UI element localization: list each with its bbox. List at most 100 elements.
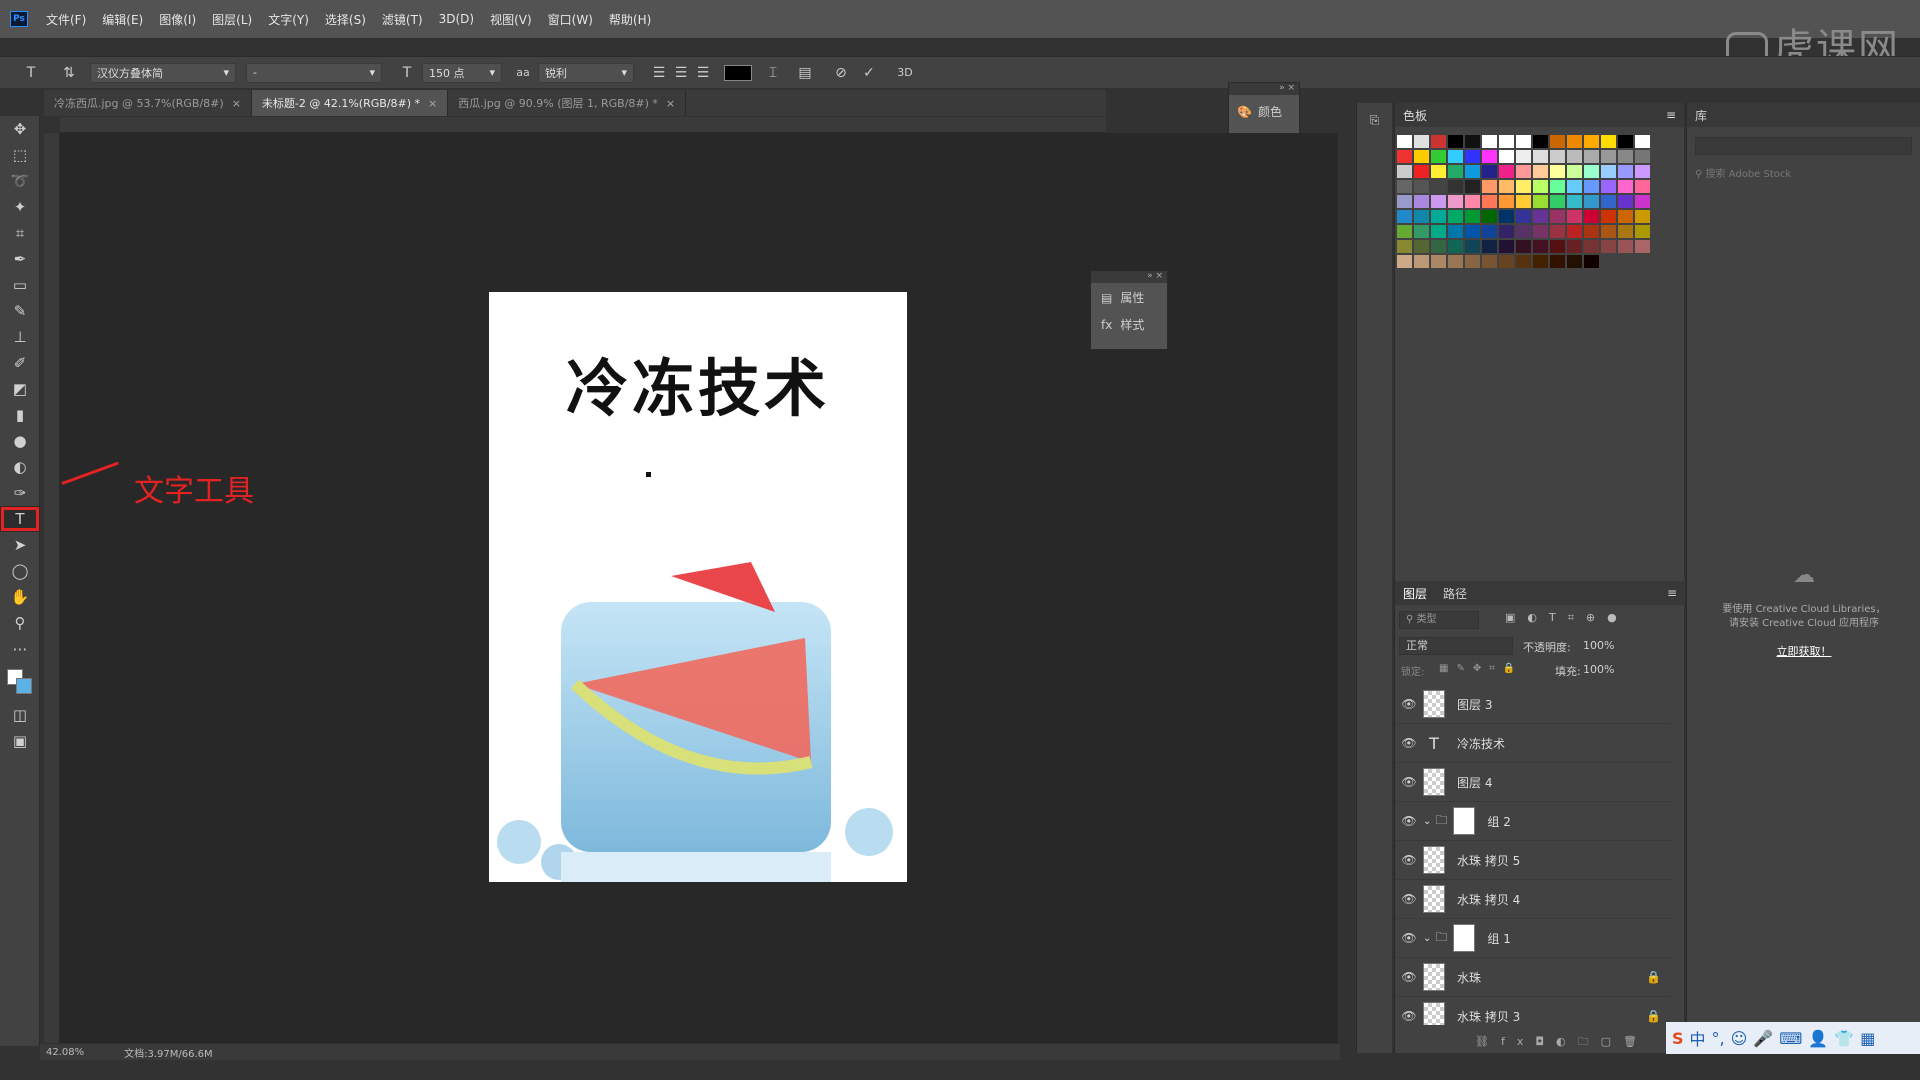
antialias-select[interactable]: 锐利 ▾ xyxy=(538,62,634,83)
color-swatch[interactable] xyxy=(1414,210,1429,223)
menu-type[interactable]: 文字(Y) xyxy=(260,11,317,28)
color-swatch[interactable] xyxy=(1567,240,1582,253)
stamp-tool-icon[interactable]: ⊥ xyxy=(0,324,40,350)
libraries-title[interactable]: 库 xyxy=(1695,107,1707,124)
font-family-select[interactable]: 汉仪方叠体简 ▾ xyxy=(90,62,236,83)
color-swatch[interactable] xyxy=(1499,240,1514,253)
color-swatch[interactable] xyxy=(1550,210,1565,223)
panel-collapse-bar[interactable]: » × xyxy=(1229,83,1299,95)
color-swatch[interactable] xyxy=(1397,165,1412,178)
color-swatch[interactable] xyxy=(1431,210,1446,223)
zoom-tool-icon[interactable]: ⚲ xyxy=(0,610,40,636)
eye-icon[interactable]: 👁 xyxy=(1395,853,1423,867)
align-left-icon[interactable]: ☰ xyxy=(648,62,670,84)
color-swatch[interactable] xyxy=(1635,225,1650,238)
color-swatch[interactable] xyxy=(1465,240,1480,253)
layer-actions-bar[interactable]: ⛓fx◘◐🗀▢🗑 xyxy=(1475,1033,1649,1052)
color-swatch[interactable] xyxy=(1516,240,1531,253)
color-swatch[interactable] xyxy=(1431,165,1446,178)
color-swatch[interactable] xyxy=(1567,255,1582,268)
tab-document-3[interactable]: 西瓜.jpg @ 90.9% (图层 1, RGB/8#) * × xyxy=(448,90,687,116)
chevron-down-icon[interactable]: ⌄ xyxy=(1423,933,1431,944)
magic-wand-tool-icon[interactable]: ✦ xyxy=(0,194,40,220)
warp-text-icon[interactable]: ⌶ xyxy=(762,62,784,84)
color-swatch[interactable] xyxy=(1482,180,1497,193)
menu-file[interactable]: 文件(F) xyxy=(38,11,94,28)
color-swatch[interactable] xyxy=(1465,150,1480,163)
type-tool-icon[interactable]: T xyxy=(20,62,42,84)
layer-row[interactable]: 👁 水珠 拷贝 3 🔒 xyxy=(1395,997,1671,1025)
menu-filter[interactable]: 滤镜(T) xyxy=(374,11,431,28)
color-swatch[interactable] xyxy=(1482,240,1497,253)
layer-filter-icons[interactable]: ▣◐T⌗⊕● xyxy=(1505,611,1629,625)
color-swatch[interactable] xyxy=(1618,210,1633,223)
color-swatch[interactable] xyxy=(1567,180,1582,193)
menu-view[interactable]: 视图(V) xyxy=(482,11,540,28)
color-swatch[interactable] xyxy=(1499,210,1514,223)
tab-layers[interactable]: 图层 xyxy=(1403,585,1427,602)
more-tools-icon[interactable]: ⋯ xyxy=(0,636,40,662)
eye-icon[interactable]: 👁 xyxy=(1395,736,1423,750)
color-swatch[interactable] xyxy=(1465,255,1480,268)
eye-icon[interactable]: 👁 xyxy=(1395,775,1423,789)
color-swatch[interactable] xyxy=(1499,195,1514,208)
color-swatch[interactable] xyxy=(1635,165,1650,178)
color-swatch[interactable] xyxy=(1584,210,1599,223)
color-swatch[interactable] xyxy=(1465,225,1480,238)
document-canvas[interactable]: 冷冻技术 xyxy=(489,292,907,882)
history-brush-tool-icon[interactable]: ✐ xyxy=(0,350,40,376)
color-swatch[interactable] xyxy=(1431,180,1446,193)
color-swatch[interactable] xyxy=(1601,240,1616,253)
color-swatch[interactable] xyxy=(1499,135,1514,148)
color-swatch[interactable] xyxy=(1516,150,1531,163)
color-swatch[interactable] xyxy=(1499,255,1514,268)
menu-image[interactable]: 图像(I) xyxy=(151,11,204,28)
color-swatch[interactable] xyxy=(1516,165,1531,178)
color-swatch[interactable] xyxy=(1635,150,1650,163)
swatches-title[interactable]: 色板 xyxy=(1403,107,1427,124)
color-swatch[interactable] xyxy=(1482,195,1497,208)
zoom-level[interactable]: 42.08% xyxy=(46,1047,84,1058)
color-swatch[interactable] xyxy=(1618,165,1633,178)
color-swatch[interactable] xyxy=(1550,195,1565,208)
font-size-select[interactable]: 150 点 ▾ xyxy=(422,62,502,83)
align-center-icon[interactable]: ☰ xyxy=(670,62,692,84)
color-swatch[interactable] xyxy=(1465,195,1480,208)
close-icon[interactable]: × xyxy=(232,97,241,110)
color-swatch[interactable] xyxy=(1516,195,1531,208)
color-swatch[interactable] xyxy=(1584,255,1599,268)
color-swatches-icon[interactable] xyxy=(0,662,40,702)
frame-tool-icon[interactable]: ▭ xyxy=(0,272,40,298)
3d-button[interactable]: 3D xyxy=(894,62,916,84)
color-swatch[interactable] xyxy=(1550,135,1565,148)
color-swatch[interactable] xyxy=(1431,135,1446,148)
user-icon[interactable]: 👤 xyxy=(1808,1029,1828,1048)
color-swatch[interactable] xyxy=(1414,180,1429,193)
color-swatch[interactable] xyxy=(1414,255,1429,268)
color-swatch[interactable] xyxy=(1533,240,1548,253)
panel-collapse-bar[interactable]: » × xyxy=(1091,271,1167,283)
color-swatch[interactable] xyxy=(1635,135,1650,148)
color-swatch[interactable] xyxy=(1397,240,1412,253)
color-swatch[interactable] xyxy=(1635,195,1650,208)
color-swatch[interactable] xyxy=(1465,165,1480,178)
layer-row[interactable]: 👁 图层 3 xyxy=(1395,685,1671,724)
color-swatch[interactable] xyxy=(1465,135,1480,148)
menu-layer[interactable]: 图层(L) xyxy=(204,11,260,28)
color-swatch[interactable] xyxy=(1516,210,1531,223)
character-panel-icon[interactable]: ▤ xyxy=(794,62,816,84)
ellipse-tool-icon[interactable]: ◯ xyxy=(0,558,40,584)
screen-mode-icon[interactable]: ▣ xyxy=(0,728,40,754)
keyboard-icon[interactable]: ⌨ xyxy=(1779,1029,1802,1048)
color-swatch[interactable] xyxy=(1601,165,1616,178)
panel-menu-icon[interactable]: ≡ xyxy=(1666,108,1676,122)
panel-menu-icon[interactable]: ≡ xyxy=(1667,586,1677,600)
font-style-select[interactable]: - ▾ xyxy=(246,62,382,83)
color-swatch[interactable] xyxy=(1533,210,1548,223)
color-swatch[interactable] xyxy=(1601,210,1616,223)
color-swatch[interactable] xyxy=(1550,225,1565,238)
color-swatch[interactable] xyxy=(1414,240,1429,253)
color-swatch[interactable] xyxy=(1448,150,1463,163)
layer-row[interactable]: 👁 水珠 拷贝 4 xyxy=(1395,880,1671,919)
color-swatch[interactable] xyxy=(1431,195,1446,208)
